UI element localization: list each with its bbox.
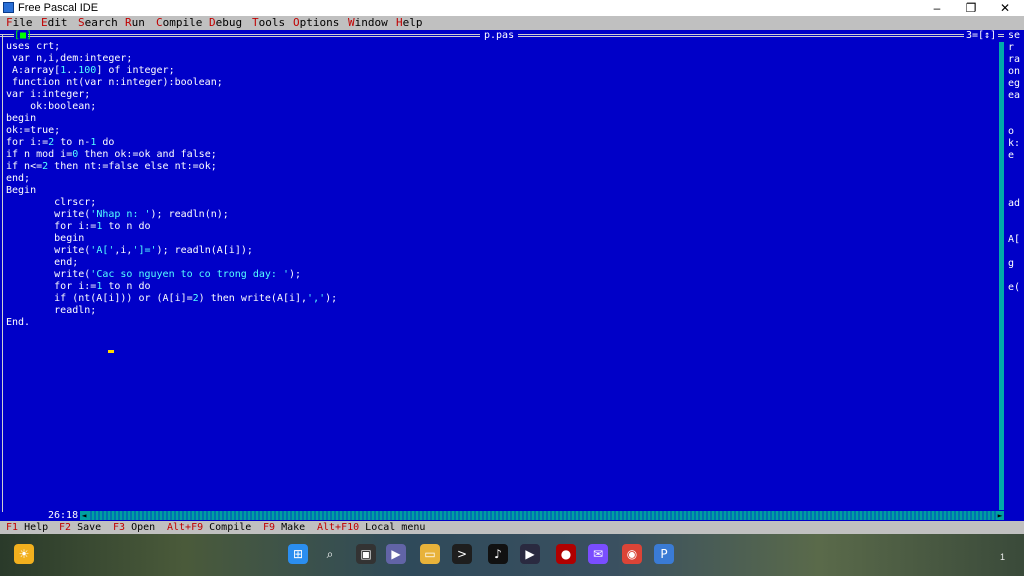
menu-file[interactable]: File: [6, 16, 33, 30]
background-code-fragment: k:: [1008, 138, 1021, 149]
code-line[interactable]: begin: [6, 233, 84, 244]
status-bar: F1 Help F2 Save F3 Open Alt+F9 Compile F9 Ma…: [0, 521, 1024, 534]
background-code-fragment: eg: [1008, 78, 1021, 89]
notification-badge[interactable]: 1: [1000, 552, 1005, 562]
background-code-fragment: on: [1008, 66, 1021, 77]
task-view-icon[interactable]: ▣: [356, 544, 376, 564]
code-line[interactable]: uses crt;: [6, 41, 60, 52]
file-explorer-icon[interactable]: ▭: [420, 544, 440, 564]
menu-edit[interactable]: Edit: [41, 16, 68, 30]
background-code-fragment: ad: [1008, 198, 1021, 209]
code-line[interactable]: var n,i,dem:integer;: [6, 53, 132, 64]
status-help[interactable]: F1 Help: [6, 521, 48, 534]
menu-search[interactable]: Search: [78, 16, 118, 30]
windows-start-icon[interactable]: ⊞: [288, 544, 308, 564]
chrome-icon[interactable]: ◉: [622, 544, 642, 564]
editor-filename: p.pas: [480, 30, 519, 42]
status-save[interactable]: F2 Save: [59, 521, 101, 534]
code-line[interactable]: if n<=2 then nt:=false else nt:=ok;: [6, 161, 217, 172]
code-line[interactable]: write('Cac so nguyen to co trong day: ')…: [6, 269, 301, 280]
code-line[interactable]: Begin: [6, 185, 36, 196]
code-line[interactable]: if (nt(A[i])) or (A[i]=2) then write(A[i…: [6, 293, 337, 304]
maximize-button[interactable]: ❐: [954, 0, 988, 16]
background-code-fragment: g: [1008, 258, 1015, 269]
text-cursor: [108, 350, 114, 353]
code-line[interactable]: A:array[1..100] of integer;: [6, 65, 175, 76]
menu-run[interactable]: Run: [125, 16, 145, 30]
menu-bar: File Edit Search Run Compile Debug Tools Option…: [0, 16, 1024, 30]
source-code[interactable]: uses crt; var n,i,dem:integer; A:array[1…: [6, 41, 337, 329]
menu-compile[interactable]: Compile: [156, 16, 202, 30]
close-window-button[interactable]: ✕: [988, 0, 1022, 16]
background-code-fragment: e: [1008, 150, 1015, 161]
window-title: Free Pascal IDE: [18, 2, 99, 14]
background-code-fragment: A[: [1008, 234, 1021, 245]
background-code-fragment: o: [1008, 126, 1015, 137]
messenger-icon[interactable]: ✉: [588, 544, 608, 564]
code-line[interactable]: write('A[',i,']='); readln(A[i]);: [6, 245, 253, 256]
free-pascal-app-icon: [3, 2, 14, 13]
minimize-button[interactable]: –: [920, 0, 954, 16]
background-code-fragment: ea: [1008, 90, 1021, 101]
free-pascal-icon[interactable]: P: [654, 544, 674, 564]
window-number-indicator[interactable]: 3=[↕]: [964, 30, 999, 42]
background-code-fragment: ra: [1008, 54, 1021, 65]
code-line[interactable]: clrscr;: [6, 197, 96, 208]
menu-debug[interactable]: Debug: [209, 16, 242, 30]
scroll-right-arrow-icon[interactable]: ►: [996, 511, 1004, 520]
code-line[interactable]: write('Nhap n: '); readln(n);: [6, 209, 229, 220]
code-line[interactable]: End.: [6, 317, 30, 328]
editor-window[interactable]: [■] p.pas 3=[↕] uses crt; var n,i,dem:in…: [0, 30, 1024, 522]
search-icon[interactable]: ⌕: [320, 544, 340, 564]
status-make[interactable]: F9 Make: [263, 521, 305, 534]
code-line[interactable]: for i:=1 to n do: [6, 281, 150, 292]
menu-help[interactable]: Help: [396, 16, 423, 30]
menu-tools[interactable]: Tools: [252, 16, 285, 30]
menu-options[interactable]: Options: [293, 16, 339, 30]
code-line[interactable]: end;: [6, 173, 30, 184]
status-open[interactable]: F3 Open: [113, 521, 155, 534]
terminal-icon[interactable]: >: [452, 544, 472, 564]
frame-left-line: [2, 34, 3, 512]
code-line[interactable]: begin: [6, 113, 36, 124]
windows-taskbar: ☀ ⊞ ⌕ ▣ ▶ ▭ > ♪ ▶ ● ✉ ◉ P 1: [0, 534, 1024, 576]
horizontal-scrollbar[interactable]: [88, 511, 998, 520]
code-line[interactable]: end;: [6, 257, 78, 268]
code-line[interactable]: ok:boolean;: [6, 101, 96, 112]
code-line[interactable]: var i:integer;: [6, 89, 90, 100]
background-editor-window[interactable]: se r ra on eg ea o k: e ad A[ g e(: [1004, 30, 1024, 521]
status-local-menu[interactable]: Alt+F10 Local menu: [317, 521, 425, 534]
code-line[interactable]: for i:=1 to n do: [6, 221, 150, 232]
code-line[interactable]: function nt(var n:integer):boolean;: [6, 77, 223, 88]
status-compile[interactable]: Alt+F9 Compile: [167, 521, 251, 534]
background-code-fragment: e(: [1008, 282, 1021, 293]
security-icon[interactable]: ●: [556, 544, 576, 564]
window-title-bar: Free Pascal IDE – ❐ ✕: [0, 0, 1024, 16]
tiktok-icon[interactable]: ♪: [488, 544, 508, 564]
background-code-fragment: r: [1008, 42, 1015, 53]
code-line[interactable]: ok:=true;: [6, 125, 60, 136]
menu-window[interactable]: Window: [348, 16, 388, 30]
media-player-icon[interactable]: ▶: [520, 544, 540, 564]
teams-chat-icon[interactable]: ▶: [386, 544, 406, 564]
code-line[interactable]: readln;: [6, 305, 96, 316]
background-code-fragment: se: [1008, 30, 1021, 41]
scroll-left-arrow-icon[interactable]: ◄: [80, 511, 88, 520]
code-line[interactable]: for i:=2 to n-1 do: [6, 137, 114, 148]
weather-icon[interactable]: ☀: [14, 544, 34, 564]
code-line[interactable]: if n mod i=0 then ok:=ok and false;: [6, 149, 217, 160]
